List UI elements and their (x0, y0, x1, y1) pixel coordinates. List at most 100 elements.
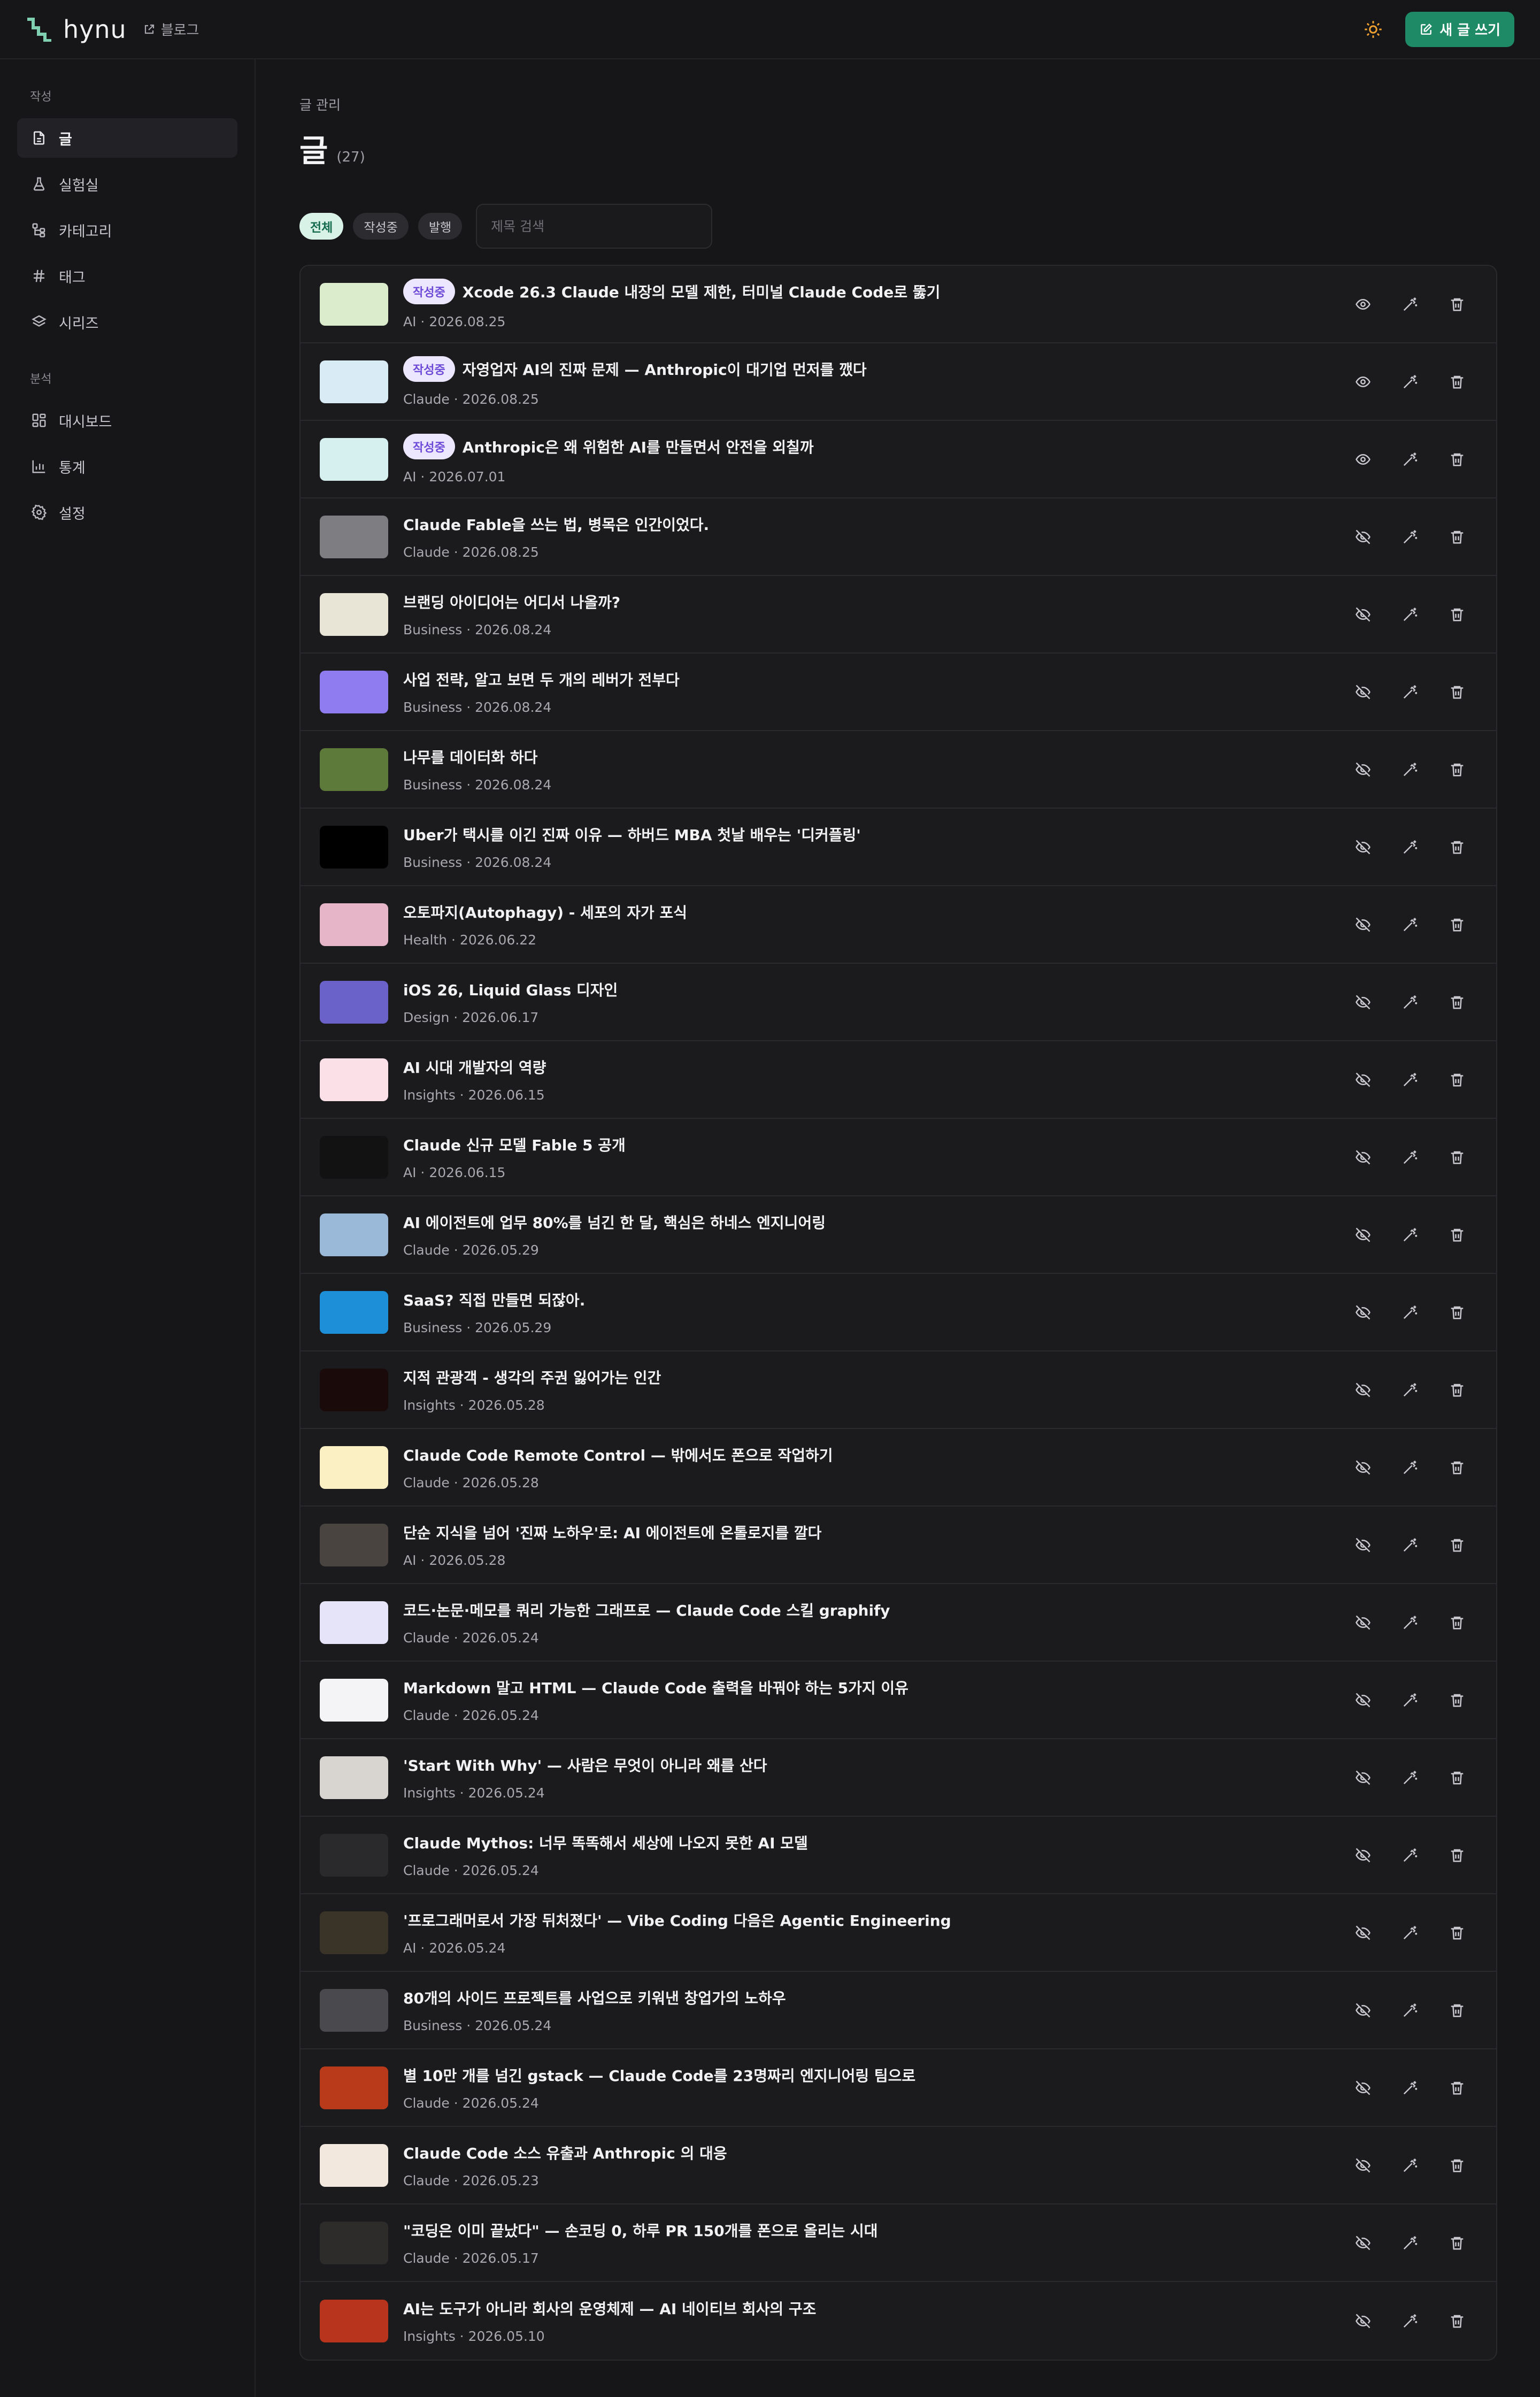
theme-toggle-button[interactable] (1364, 20, 1383, 39)
delete-post-button[interactable] (1445, 602, 1469, 627)
edit-post-button[interactable] (1398, 835, 1422, 859)
delete-post-button[interactable] (1445, 680, 1469, 704)
edit-post-button[interactable] (1398, 1610, 1422, 1635)
post-title[interactable]: 80개의 사이드 프로젝트를 사업으로 키워낸 창업가의 노하우 (403, 1987, 786, 2008)
edit-post-button[interactable] (1398, 292, 1422, 317)
post-title[interactable]: 오토파지(Autophagy) - 세포의 자가 포식 (403, 901, 687, 923)
post-title[interactable]: Claude Code 소스 유출과 Anthropic 의 대응 (403, 2142, 727, 2163)
filter-all-chip[interactable]: 전체 (299, 213, 344, 240)
blog-link[interactable]: 블로그 (143, 19, 199, 39)
post-row[interactable]: AI 에이전트에 업무 80%를 넘긴 한 달, 핵심은 하네스 엔지니어링 Cl… (301, 1196, 1496, 1274)
edit-post-button[interactable] (1398, 447, 1422, 472)
post-row[interactable]: 작성중 Anthropic은 왜 위험한 AI를 만들면서 안전을 외칠까 AI ·… (301, 421, 1496, 498)
edit-post-button[interactable] (1398, 1067, 1422, 1092)
visibility-toggle-button[interactable] (1351, 1688, 1375, 1712)
delete-post-button[interactable] (1445, 2076, 1469, 2100)
edit-post-button[interactable] (1398, 1533, 1422, 1557)
edit-post-button[interactable] (1398, 757, 1422, 782)
visibility-toggle-button[interactable] (1351, 1765, 1375, 1790)
post-row[interactable]: Claude 신규 모델 Fable 5 공개 AI · 2026.06.15 (301, 1119, 1496, 1196)
visibility-toggle-button[interactable] (1351, 2309, 1375, 2333)
post-title[interactable]: 지적 관광객 - 생각의 주권 잃어가는 인간 (403, 1366, 661, 1388)
visibility-toggle-button[interactable] (1351, 912, 1375, 937)
edit-post-button[interactable] (1398, 1843, 1422, 1868)
delete-post-button[interactable] (1445, 292, 1469, 317)
visibility-toggle-button[interactable] (1351, 1300, 1375, 1325)
post-row[interactable]: 나무를 데이터화 하다 Business · 2026.08.24 (301, 731, 1496, 809)
delete-post-button[interactable] (1445, 1067, 1469, 1092)
search-input[interactable] (476, 204, 713, 249)
post-row[interactable]: SaaS? 직접 만들면 되잖아. Business · 2026.05.29 (301, 1274, 1496, 1351)
sidebar-item-lab[interactable]: 실험실 (17, 164, 237, 204)
visibility-toggle-button[interactable] (1351, 757, 1375, 782)
visibility-toggle-button[interactable] (1351, 990, 1375, 1015)
post-row[interactable]: 단순 지식을 넘어 '진짜 노하우'로: AI 에이전트에 온톨로지를 깔다 AI… (301, 1507, 1496, 1584)
delete-post-button[interactable] (1445, 1223, 1469, 1247)
edit-post-button[interactable] (1398, 2076, 1422, 2100)
visibility-toggle-button[interactable] (1351, 1920, 1375, 1945)
delete-post-button[interactable] (1445, 1765, 1469, 1790)
sidebar-item-tags[interactable]: 태그 (17, 256, 237, 296)
post-row[interactable]: 별 10만 개를 넘긴 gstack — Claude Code를 23명짜리 … (301, 2049, 1496, 2127)
visibility-toggle-button[interactable] (1351, 1067, 1375, 1092)
post-row[interactable]: Claude Code 소스 유출과 Anthropic 의 대응 Claude … (301, 2127, 1496, 2204)
post-row[interactable]: '프로그래머로서 가장 뒤처졌다' — Vibe Coding 다음은 Agen… (301, 1894, 1496, 1972)
post-title[interactable]: Claude Fable을 쓰는 법, 병목은 인간이었다. (403, 513, 709, 535)
delete-post-button[interactable] (1445, 1920, 1469, 1945)
post-title[interactable]: 코드·논문·메모를 쿼리 가능한 그래프로 — Claude Code 스킬 g… (403, 1599, 890, 1620)
sidebar-item-categories[interactable]: 카테고리 (17, 210, 237, 250)
edit-post-button[interactable] (1398, 1455, 1422, 1480)
visibility-toggle-button[interactable] (1351, 1998, 1375, 2023)
post-title[interactable]: 자영업자 AI의 진짜 문제 — Anthropic이 대기업 먼저를 깼다 (463, 358, 867, 380)
post-title[interactable]: AI 에이전트에 업무 80%를 넘긴 한 달, 핵심은 하네스 엔지니어링 (403, 1211, 826, 1233)
post-title[interactable]: 나무를 데이터화 하다 (403, 746, 537, 767)
delete-post-button[interactable] (1445, 2309, 1469, 2333)
post-title[interactable]: AI는 도구가 아니라 회사의 운영체제 — AI 네이티브 회사의 구조 (403, 2298, 816, 2319)
edit-post-button[interactable] (1398, 1378, 1422, 1402)
edit-post-button[interactable] (1398, 1688, 1422, 1712)
edit-post-button[interactable] (1398, 1765, 1422, 1790)
post-row[interactable]: 지적 관광객 - 생각의 주권 잃어가는 인간 Insights · 2026.0… (301, 1351, 1496, 1429)
post-row[interactable]: 오토파지(Autophagy) - 세포의 자가 포식 Health · 2026… (301, 886, 1496, 964)
post-row[interactable]: AI는 도구가 아니라 회사의 운영체제 — AI 네이티브 회사의 구조 Ins… (301, 2282, 1496, 2360)
delete-post-button[interactable] (1445, 1378, 1469, 1402)
post-row[interactable]: Claude Code Remote Control — 밖에서도 폰으로 작업… (301, 1429, 1496, 1507)
post-title[interactable]: Xcode 26.3 Claude 내장의 모델 제한, 터미널 Claude … (463, 281, 941, 302)
post-title[interactable]: 사업 전략, 알고 보면 두 개의 레버가 전부다 (403, 669, 680, 690)
delete-post-button[interactable] (1445, 912, 1469, 937)
delete-post-button[interactable] (1445, 1145, 1469, 1170)
post-row[interactable]: 작성중 Xcode 26.3 Claude 내장의 모델 제한, 터미널 Clau… (301, 266, 1496, 343)
delete-post-button[interactable] (1445, 1533, 1469, 1557)
delete-post-button[interactable] (1445, 1998, 1469, 2023)
visibility-toggle-button[interactable] (1351, 835, 1375, 859)
edit-post-button[interactable] (1398, 525, 1422, 549)
post-row[interactable]: 80개의 사이드 프로젝트를 사업으로 키워낸 창업가의 노하우 Business… (301, 1972, 1496, 2049)
sidebar-item-series[interactable]: 시리즈 (17, 302, 237, 342)
post-title[interactable]: 'Start With Why' — 사람은 무엇이 아니라 왜를 산다 (403, 1754, 767, 1776)
visibility-toggle-button[interactable] (1351, 1455, 1375, 1480)
delete-post-button[interactable] (1445, 370, 1469, 394)
visibility-toggle-button[interactable] (1351, 370, 1375, 394)
edit-post-button[interactable] (1398, 602, 1422, 627)
delete-post-button[interactable] (1445, 835, 1469, 859)
edit-post-button[interactable] (1398, 370, 1422, 394)
edit-post-button[interactable] (1398, 2309, 1422, 2333)
edit-post-button[interactable] (1398, 1998, 1422, 2023)
visibility-toggle-button[interactable] (1351, 1533, 1375, 1557)
visibility-toggle-button[interactable] (1351, 447, 1375, 472)
delete-post-button[interactable] (1445, 447, 1469, 472)
post-title[interactable]: SaaS? 직접 만들면 되잖아. (403, 1289, 585, 1310)
post-title[interactable]: "코딩은 이미 끝났다" — 손코딩 0, 하루 PR 150개를 폰으로 올리… (403, 2219, 878, 2241)
edit-post-button[interactable] (1398, 2231, 1422, 2255)
delete-post-button[interactable] (1445, 525, 1469, 549)
visibility-toggle-button[interactable] (1351, 1843, 1375, 1868)
delete-post-button[interactable] (1445, 1688, 1469, 1712)
post-row[interactable]: Markdown 말고 HTML — Claude Code 출력을 바꿔야 하… (301, 1662, 1496, 1739)
delete-post-button[interactable] (1445, 2153, 1469, 2178)
edit-post-button[interactable] (1398, 2153, 1422, 2178)
new-post-button[interactable]: 새 글 쓰기 (1405, 11, 1514, 47)
post-title[interactable]: '프로그래머로서 가장 뒤처졌다' — Vibe Coding 다음은 Agen… (403, 1909, 951, 1931)
delete-post-button[interactable] (1445, 1843, 1469, 1868)
edit-post-button[interactable] (1398, 990, 1422, 1015)
filter-published-chip[interactable]: 발행 (418, 213, 463, 240)
